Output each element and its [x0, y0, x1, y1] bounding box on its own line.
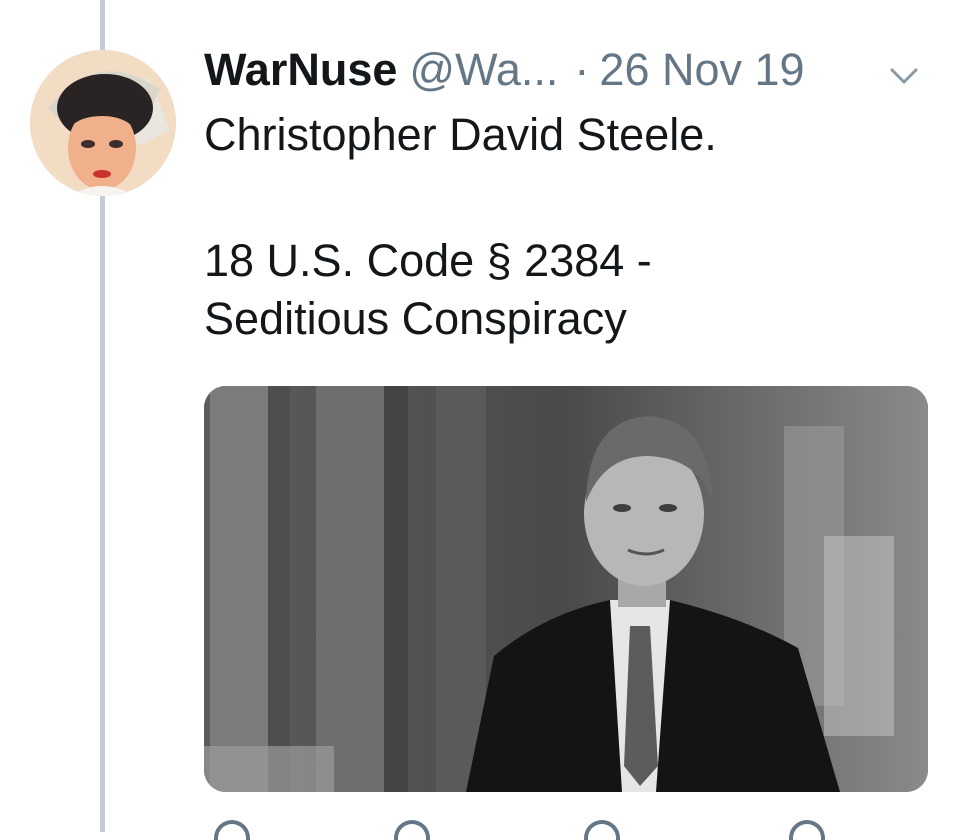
- retweet-icon[interactable]: [394, 820, 430, 840]
- tweet-text: Christopher David Steele. 18 U.S. Code §…: [204, 106, 934, 348]
- tweet-text-line-1: Christopher David Steele.: [204, 109, 717, 160]
- reply-icon[interactable]: [214, 820, 250, 840]
- share-icon[interactable]: [789, 820, 825, 840]
- tweet-text-line-3: Seditious Conspiracy: [204, 293, 627, 344]
- avatar[interactable]: [30, 50, 176, 196]
- chevron-down-icon[interactable]: [884, 62, 924, 90]
- heart-icon[interactable]: [584, 820, 620, 840]
- tweet-actions: [204, 812, 904, 840]
- display-name[interactable]: WarNuse: [204, 42, 397, 98]
- separator: ·: [574, 44, 590, 95]
- handle[interactable]: @Wa...: [409, 42, 558, 98]
- tweet-text-line-2: 18 U.S. Code § 2384 -: [204, 235, 652, 286]
- tweet-header: WarNuse @Wa... · 26 Nov 19: [204, 42, 805, 98]
- tweet-photo[interactable]: [204, 386, 928, 792]
- tweet-date[interactable]: 26 Nov 19: [599, 42, 804, 98]
